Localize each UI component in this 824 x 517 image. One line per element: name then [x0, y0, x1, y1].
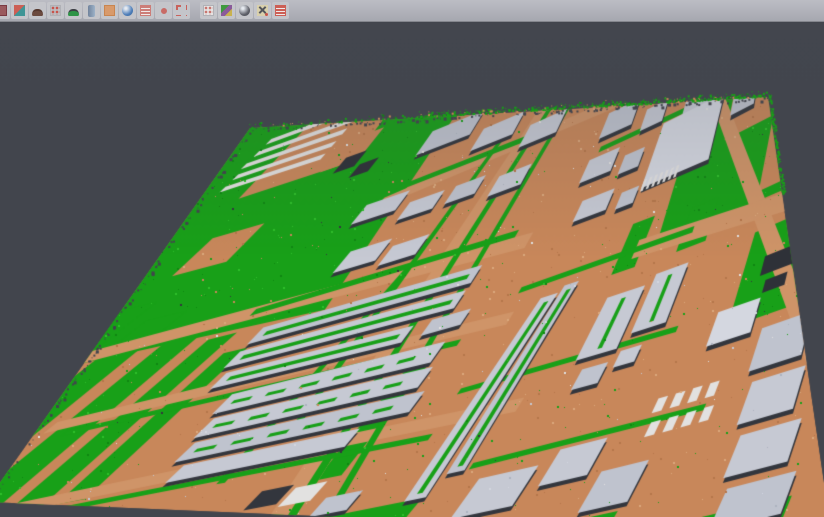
classification-map-icon-glyph: [221, 5, 232, 16]
fit-view-icon[interactable]: [11, 2, 28, 19]
layers-icon[interactable]: [137, 2, 154, 19]
delete-points-icon-part: [265, 13, 268, 16]
zoom-extents-icon[interactable]: [173, 2, 190, 19]
globe-icon-glyph: [122, 5, 133, 16]
profile-icon[interactable]: [83, 2, 100, 19]
delete-points-icon[interactable]: [254, 2, 271, 19]
app-window: { "app": {"name": "point-cloud-viewer", …: [0, 0, 824, 517]
terrain-icon[interactable]: [29, 2, 46, 19]
point-cloud-canvas[interactable]: [0, 23, 824, 517]
delete-points-icon-glyph: [257, 5, 268, 16]
toolbar: [0, 0, 824, 22]
grid-icon-glyph: [203, 5, 214, 16]
grid-icon[interactable]: [200, 2, 217, 19]
orthoimage-icon[interactable]: [101, 2, 118, 19]
vegetation-icon-glyph: [68, 9, 79, 16]
measure-icon[interactable]: [272, 2, 289, 19]
zoom-extents-icon-part: [181, 5, 186, 16]
target-icon-glyph: [161, 8, 167, 14]
point-picker-icon-glyph: [50, 5, 61, 16]
camera-icon[interactable]: [236, 2, 253, 19]
zoom-extents-icon-glyph: [176, 5, 187, 16]
camera-icon-glyph: [239, 5, 250, 16]
layers-icon-glyph: [140, 5, 151, 16]
point-picker-icon[interactable]: [47, 2, 64, 19]
fit-view-icon-glyph: [14, 5, 25, 16]
vegetation-icon[interactable]: [65, 2, 82, 19]
select-points-icon[interactable]: [0, 2, 10, 19]
measure-icon-glyph: [275, 5, 286, 16]
viewport-3d[interactable]: [0, 23, 824, 517]
globe-icon[interactable]: [119, 2, 136, 19]
profile-icon-glyph: [88, 5, 95, 17]
select-points-icon-glyph: [0, 5, 7, 16]
classification-map-icon[interactable]: [218, 2, 235, 19]
orthoimage-icon-glyph: [104, 5, 115, 16]
target-icon[interactable]: [155, 2, 172, 19]
terrain-icon-glyph: [32, 9, 43, 16]
